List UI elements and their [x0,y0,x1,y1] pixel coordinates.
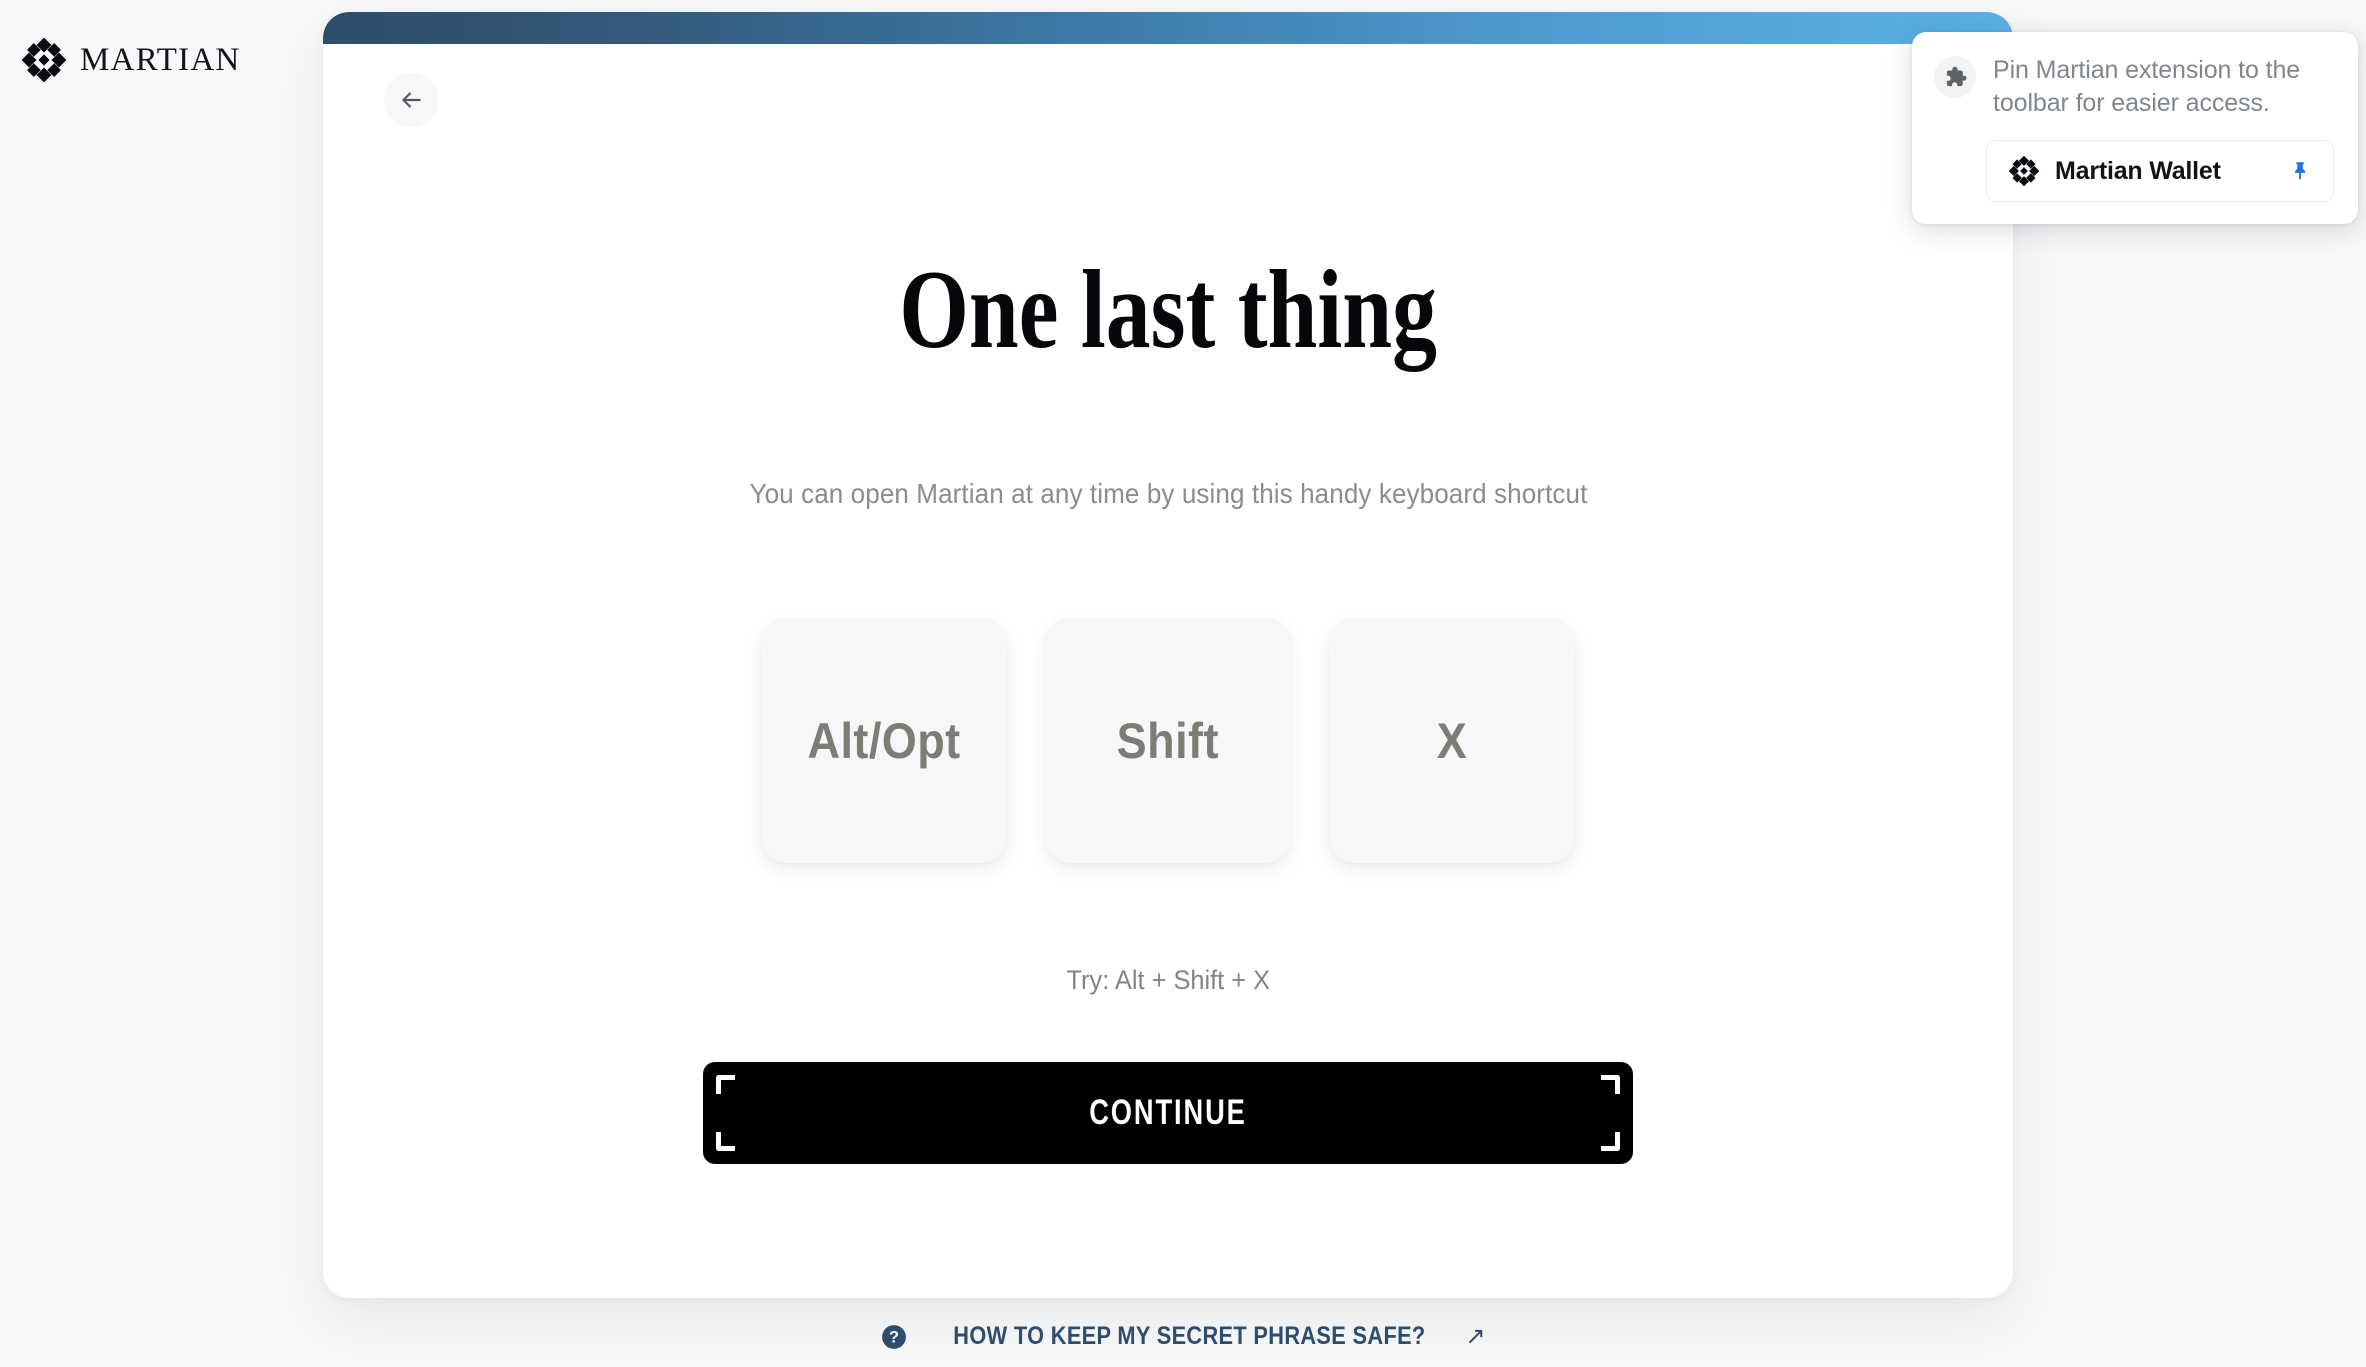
external-link-arrow-icon: ↗ [1465,1322,1486,1350]
page-title: One last thing [899,248,1437,372]
martian-diamond-logo-icon [22,38,66,82]
pin-extension-button[interactable] [2287,157,2315,185]
secret-phrase-help-link[interactable]: ? HOW TO KEEP MY SECRET PHRASE SAFE? ↗ [0,1322,2366,1351]
question-circle-icon: ? [881,1324,907,1350]
puzzle-piece-icon [1934,56,1976,98]
shortcut-key-alt: Alt/Opt [761,618,1007,863]
secret-phrase-help-label: HOW TO KEEP MY SECRET PHRASE SAFE? [952,1322,1426,1350]
shortcut-key-label: Alt/Opt [807,712,961,769]
shortcut-key-x: X [1329,618,1575,863]
continue-button[interactable]: CONTINUE [703,1062,1633,1164]
card-body: One last thing You can open Martian at a… [323,44,2013,1298]
keyboard-shortcut-keys: Alt/Opt Shift X [761,618,1575,863]
pushpin-icon [2290,160,2312,182]
svg-text:?: ? [889,1328,899,1346]
page-subtitle: You can open Martian at any time by usin… [749,478,1587,509]
martian-diamond-logo-icon [2009,156,2039,186]
continue-button-label: CONTINUE [1089,1093,1247,1132]
shortcut-hint: Try: Alt + Shift + X [1066,965,1270,995]
bracket-corner-bottom-left [716,1132,735,1151]
pin-popup-message: Pin Martian extension to the toolbar for… [1993,56,2301,117]
extension-list-item[interactable]: Martian Wallet [1986,140,2334,202]
extension-name: Martian Wallet [2055,156,2221,185]
onboarding-card: One last thing You can open Martian at a… [323,12,2013,1298]
brand-wordmark: MARTIAN [80,41,241,78]
bracket-corner-top-left [716,1075,735,1094]
card-accent-bar [323,12,2013,44]
shortcut-key-label: X [1436,712,1468,769]
card-content: One last thing You can open Martian at a… [323,44,2013,1164]
bracket-corner-bottom-right [1601,1132,1620,1151]
shortcut-key-label: Shift [1116,712,1220,769]
pin-popup-message-row: Pin Martian extension to the toolbar for… [1934,54,2334,120]
shortcut-key-shift: Shift [1045,618,1291,863]
pin-extension-popup: Pin Martian extension to the toolbar for… [1912,32,2358,224]
brand-logo-lockup: MARTIAN [22,38,240,82]
bracket-corner-top-right [1601,1075,1620,1094]
